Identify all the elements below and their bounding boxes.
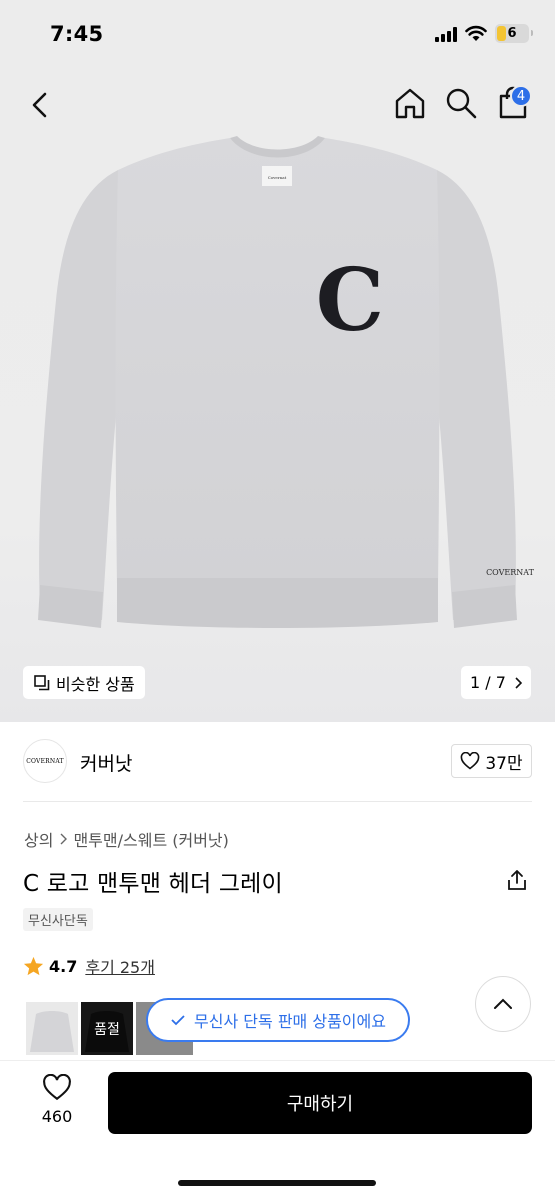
- wifi-icon: [465, 25, 487, 41]
- breadcrumb: 상의 맨투맨/스웨트 (커버낫): [24, 827, 229, 851]
- search-icon[interactable]: [444, 86, 478, 120]
- chevron-right-icon: [60, 833, 68, 845]
- brand-name[interactable]: 커버낫: [80, 749, 132, 776]
- heart-icon: [43, 1074, 71, 1101]
- rating-value: 4.7: [49, 956, 78, 976]
- back-arrow-icon[interactable]: [26, 90, 56, 120]
- review-count-link[interactable]: 후기 25개: [85, 954, 155, 978]
- brand-like-button[interactable]: 37만: [451, 744, 532, 778]
- product-image[interactable]: Covernat C COVERNAT: [0, 130, 555, 650]
- cart-count-badge: 4: [510, 85, 532, 107]
- gallery-page-indicator[interactable]: 1 / 7: [461, 666, 531, 699]
- check-icon: [171, 1015, 185, 1026]
- status-bar: 7:45 6: [0, 0, 555, 70]
- chevron-right-icon: [515, 676, 522, 689]
- svg-text:Covernat: Covernat: [268, 175, 287, 180]
- breadcrumb-subcategory[interactable]: 맨투맨/스웨트 (커버낫): [73, 827, 228, 851]
- similar-products-label: 비슷한 상품: [56, 674, 135, 694]
- chevron-up-icon: [494, 998, 512, 1009]
- c-logo-print: C: [316, 250, 384, 351]
- status-time: 7:45: [50, 22, 104, 46]
- share-icon[interactable]: [505, 868, 529, 892]
- battery-icon: 6: [495, 24, 533, 43]
- similar-products-button[interactable]: 비슷한 상품: [23, 666, 145, 699]
- page-indicator-text: 1 / 7: [470, 673, 506, 692]
- battery-level: 6: [507, 26, 517, 41]
- brand-embroidery: COVERNAT: [486, 568, 535, 577]
- divider: [23, 801, 532, 802]
- scroll-to-top-button[interactable]: [475, 976, 531, 1032]
- heart-icon: [461, 752, 480, 770]
- brand-logo-text: COVERNAT: [26, 757, 64, 765]
- status-icons: 6: [435, 24, 533, 43]
- color-thumbnail-gray[interactable]: [26, 1002, 78, 1055]
- wishlist-button[interactable]: 460: [30, 1074, 84, 1126]
- wishlist-count: 460: [41, 1107, 73, 1126]
- home-indicator: [178, 1180, 376, 1186]
- breadcrumb-category[interactable]: 상의: [24, 827, 53, 851]
- rating-row: 4.7 후기 25개: [23, 954, 155, 978]
- buy-button[interactable]: 구매하기: [108, 1072, 532, 1134]
- exclusive-toast: 무신사 단독 판매 상품이에요: [146, 998, 410, 1042]
- signal-icon: [435, 26, 457, 42]
- brand-logo[interactable]: COVERNAT: [23, 739, 67, 783]
- star-icon: [23, 956, 44, 976]
- home-icon[interactable]: [393, 86, 427, 120]
- product-title: C 로고 맨투맨 헤더 그레이: [23, 871, 283, 897]
- toast-message: 무신사 단독 판매 상품이에요: [194, 1012, 386, 1031]
- exclusive-tag: 무신사단독: [23, 908, 93, 931]
- soldout-label: 품절: [81, 1002, 133, 1055]
- copy-icon: [34, 674, 50, 690]
- brand-like-count: 37만: [485, 753, 523, 774]
